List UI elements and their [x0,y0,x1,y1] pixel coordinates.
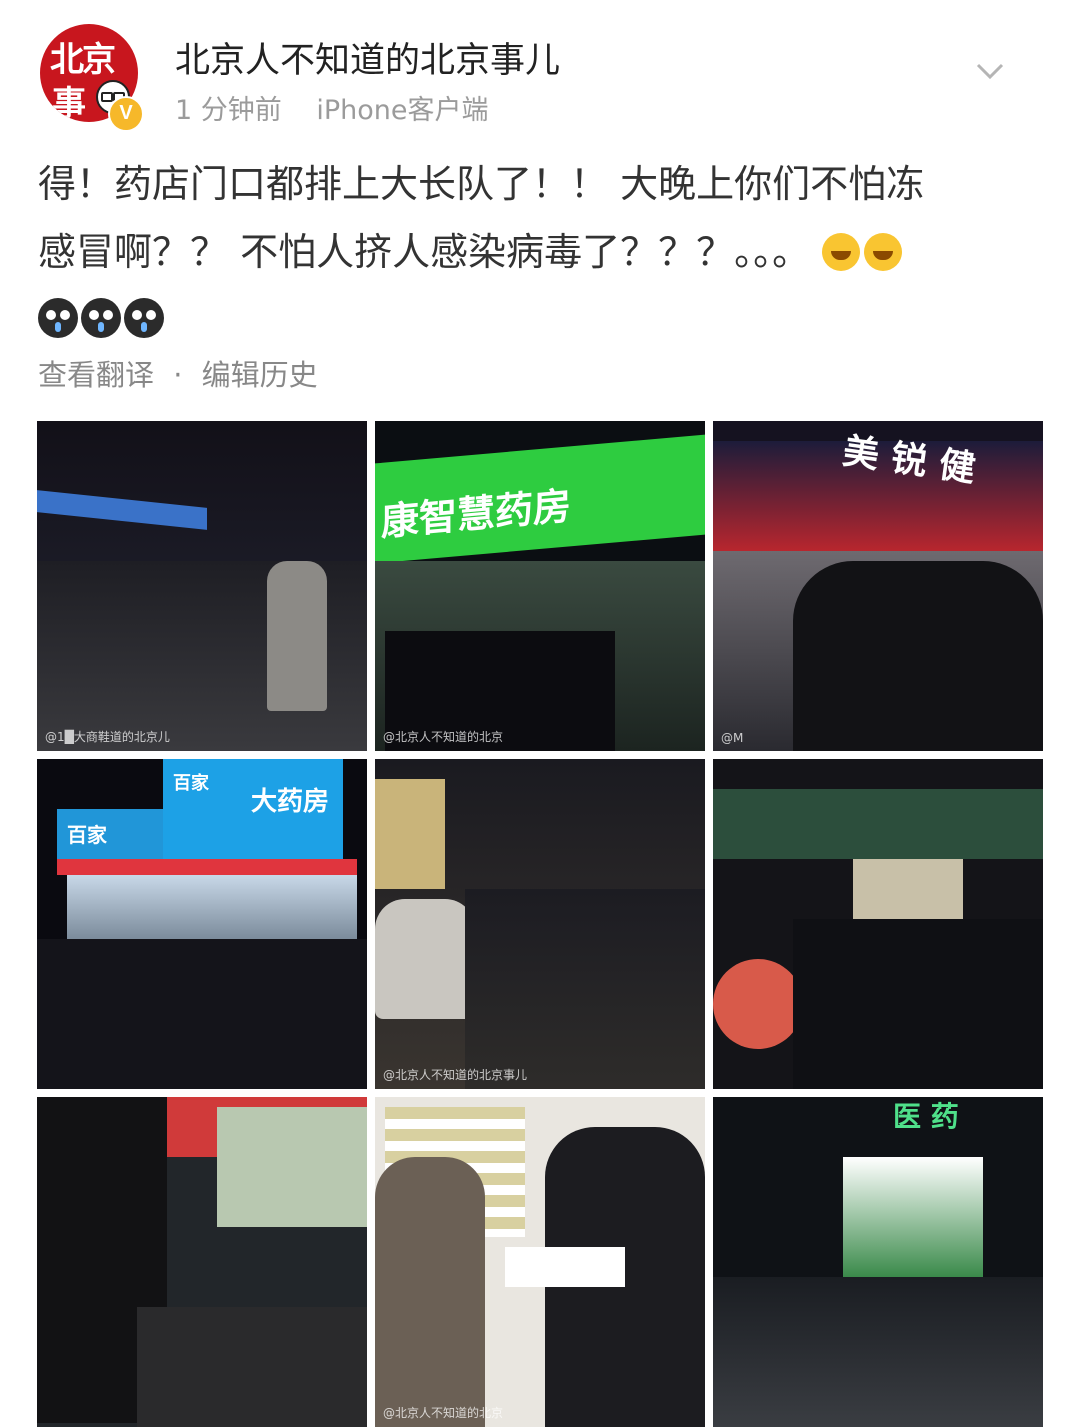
photo-1[interactable]: @1█大商鞋道的北京儿 [37,421,367,751]
watermark: @北京人不知道的北京 [383,1406,504,1420]
street [137,1307,367,1427]
avatar-text: 事 [52,84,86,122]
laugh-emoji-icon [822,233,861,271]
cry-emoji-icon [124,298,164,338]
photo-6[interactable] [713,759,1043,1089]
emoji-row [38,298,167,342]
storefront [217,1107,367,1227]
led-strip [57,859,357,875]
post-text: 得！药店门口都排上大长队了！！ 大晚上你们不怕冻 感冒啊？？ 不怕人挤人感染病毒… [38,150,1038,286]
cry-emoji-icon [81,298,121,338]
crowd [793,919,1043,1089]
person [375,1157,485,1427]
building [375,779,445,889]
watermark: @1█大商鞋道的北京儿 [45,730,170,744]
watermark: @北京人不知道的北京 [383,730,504,744]
photo-3[interactable]: 美 锐 健 @M [713,421,1043,751]
medicine-boxes [505,1247,625,1287]
post-meta: 1 分钟前 iPhone客户端 [175,88,515,127]
post-line-text: 感冒啊？？ 不怕人挤人感染病毒了？？？。。。 [38,230,811,274]
store-sign-text: 百家 [67,823,107,847]
photo-grid: @1█大商鞋道的北京儿 康智慧药房 @北京人不知道的北京 美 锐 健 @M 百家… [37,421,1043,1427]
photo-7[interactable] [37,1097,367,1427]
chevron-down-icon[interactable] [975,56,1005,86]
photo-9[interactable]: 医 药 [713,1097,1043,1427]
store-sign [713,789,1043,859]
post-actions: 查看翻译 · 编辑历史 [38,352,318,394]
store-sign [37,490,207,530]
photo-2[interactable]: 康智慧药房 @北京人不知道的北京 [375,421,705,751]
post-line: 得！药店门口都排上大长队了！！ 大晚上你们不怕冻 [38,162,925,206]
crowd [465,889,705,1089]
storefront [843,1157,983,1277]
car [375,899,475,1019]
crowd [37,939,367,1089]
watermark: @M [721,731,744,745]
helmet [713,959,803,1049]
verified-badge-icon: V [108,96,144,132]
separator: · [173,358,183,392]
post-line: 感冒啊？？ 不怕人挤人感染病毒了？？？。。。 [38,218,1038,286]
watermark: @北京人不知道的北京事儿 [383,1068,528,1082]
avatar-text: 北京 [50,40,116,80]
laugh-emoji-icon [864,233,903,271]
photo-5[interactable]: @北京人不知道的北京事儿 [375,759,705,1089]
cry-emoji-icon [38,298,78,338]
translate-link[interactable]: 查看翻译 [38,358,154,392]
photo-4[interactable]: 百家 百家 大药房 [37,759,367,1089]
photo-8[interactable]: @北京人不知道的北京 [375,1097,705,1427]
store-sign-text: 医 药 [893,1100,959,1133]
store-sign-text: 大药房 [251,787,330,817]
username[interactable]: 北京人不知道的北京事儿 [175,32,560,83]
person [267,561,327,711]
post-source: iPhone客户端 [316,95,489,126]
crowd [713,1277,1043,1427]
crowd [793,561,1043,751]
post-time: 1 分钟前 [175,95,282,126]
edit-history-link[interactable]: 编辑历史 [202,358,318,392]
store-sign-text: 百家 [173,773,209,794]
